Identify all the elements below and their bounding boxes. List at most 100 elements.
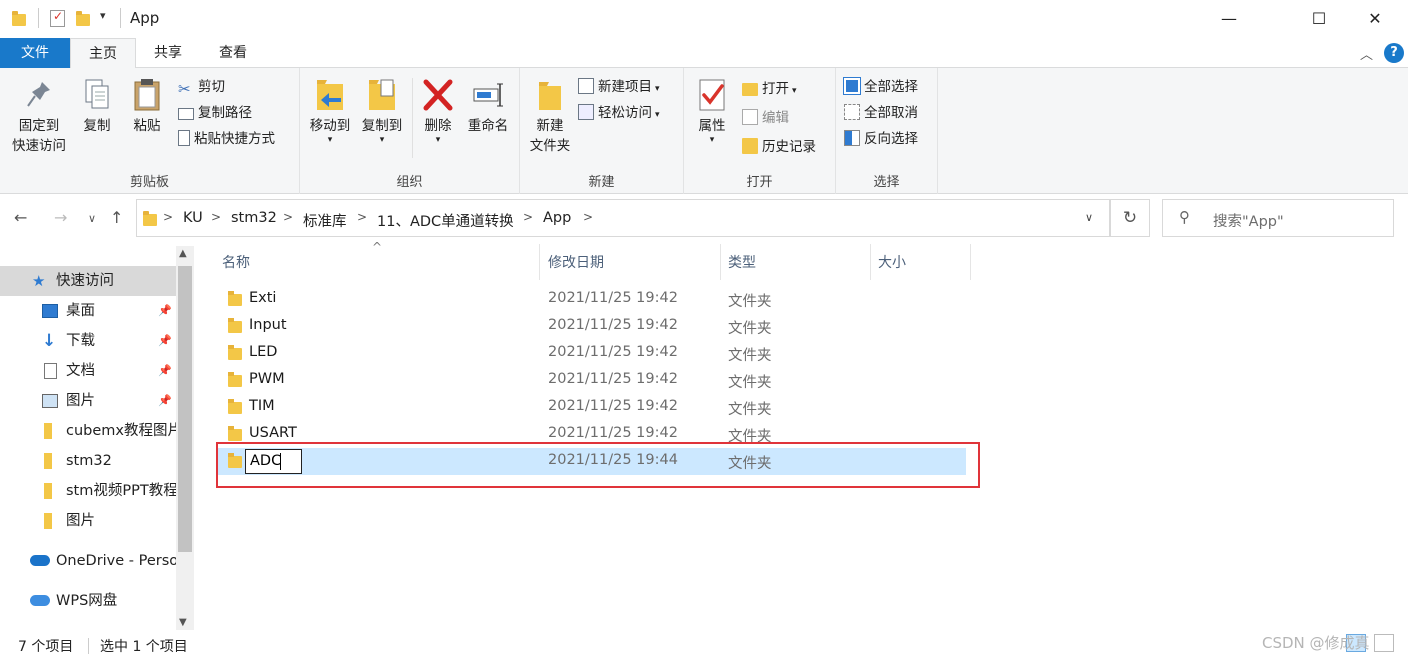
- scroll-up-icon[interactable]: ▲: [179, 248, 187, 259]
- item-count: 7 个项目: [18, 639, 74, 655]
- nav-desktop[interactable]: 桌面 📌: [0, 296, 176, 326]
- scroll-down-icon[interactable]: ▼: [179, 617, 187, 628]
- cloud-icon: [30, 595, 50, 606]
- column-divider[interactable]: [720, 244, 721, 280]
- delete-button[interactable]: 删除 ▾: [416, 76, 460, 145]
- nav-downloads[interactable]: ↓ 下载 📌: [0, 326, 176, 356]
- properties-button[interactable]: 属性 ▾: [690, 76, 734, 145]
- recent-locations-icon[interactable]: ∨: [88, 212, 96, 225]
- select-all-button[interactable]: 全部选择: [843, 76, 918, 98]
- new-item-button[interactable]: 新建项目 ▾: [578, 76, 660, 98]
- tab-view[interactable]: 查看: [200, 38, 266, 68]
- folder-icon: [44, 423, 52, 439]
- properties-icon: [695, 76, 729, 114]
- pin-quick-access-button[interactable]: 固定到 快速访问: [4, 76, 74, 156]
- folder-icon: [228, 318, 242, 333]
- rename-button[interactable]: 重命名: [462, 76, 514, 136]
- table-row[interactable]: LED 2021/11/25 19:42 文件夹: [218, 340, 966, 367]
- folder-icon: [228, 426, 242, 441]
- open-button[interactable]: 打开 ▾: [742, 78, 797, 100]
- search-icon: ⚲: [1179, 208, 1190, 226]
- close-button[interactable]: ✕: [1352, 0, 1398, 38]
- address-dropdown-icon[interactable]: ∨: [1085, 211, 1093, 224]
- file-list: ^ 名称 修改日期 类型 大小 Exti 2021/11/25 19:42 文件…: [214, 240, 1408, 630]
- table-row[interactable]: PWM 2021/11/25 19:42 文件夹: [218, 367, 966, 394]
- breadcrumb-app[interactable]: App: [543, 210, 571, 226]
- breadcrumb-adc-single-channel[interactable]: 11、ADC单通道转换: [377, 210, 514, 231]
- nav-quick-access[interactable]: ★ 快速访问: [0, 266, 176, 296]
- paste-button[interactable]: 粘贴: [124, 76, 170, 136]
- up-arrow-icon[interactable]: ↑: [110, 208, 123, 227]
- breadcrumb-ku[interactable]: KU: [183, 210, 203, 226]
- select-none-button[interactable]: 全部取消: [844, 102, 918, 124]
- cloud-icon: [30, 555, 50, 566]
- move-to-button[interactable]: 移动到 ▾: [304, 76, 356, 145]
- nav-cubemx-tutorial-pics[interactable]: cubemx教程图片: [0, 416, 176, 446]
- pin-label-line1: 固定到: [18, 118, 60, 134]
- select-group: 全部选择 全部取消 反向选择 选择: [836, 68, 938, 194]
- new-folder-button[interactable]: 新建 文件夹: [524, 76, 576, 156]
- open-group: 属性 ▾ 打开 ▾ 编辑 历史记录 打开: [684, 68, 836, 194]
- address-bar[interactable]: > KU > stm32 > 标准库 > 11、ADC单通道转换 > App >…: [136, 199, 1110, 237]
- easy-access-button[interactable]: 轻松访问 ▾: [578, 102, 660, 124]
- table-row[interactable]: Exti 2021/11/25 19:42 文件夹: [218, 286, 966, 313]
- paste-shortcut-button[interactable]: 粘贴快捷方式: [178, 128, 275, 150]
- nav-documents[interactable]: 文档 📌: [0, 356, 176, 386]
- select-none-icon: [844, 104, 860, 120]
- chevron-right-icon[interactable]: >: [163, 210, 173, 224]
- column-divider[interactable]: [539, 244, 540, 280]
- copy-path-icon: [178, 108, 194, 120]
- column-divider[interactable]: [970, 244, 971, 280]
- scrollbar-thumb[interactable]: [178, 266, 192, 552]
- copy-to-button[interactable]: 复制到 ▾: [356, 76, 408, 145]
- status-bar: 7 个项目 选中 1 个项目: [0, 630, 1408, 660]
- column-type[interactable]: 类型: [728, 252, 756, 272]
- customize-quick-access-icon[interactable]: ▾: [100, 9, 106, 22]
- new-folder-icon[interactable]: [76, 11, 90, 26]
- tab-share[interactable]: 共享: [136, 38, 200, 68]
- cut-button[interactable]: ✂ 剪切: [178, 76, 225, 98]
- column-date[interactable]: 修改日期: [548, 252, 604, 272]
- invert-selection-button[interactable]: 反向选择: [844, 128, 918, 150]
- large-icons-view-icon[interactable]: [1374, 634, 1394, 652]
- breadcrumb-stm32[interactable]: stm32: [231, 210, 277, 226]
- table-row[interactable]: TIM 2021/11/25 19:42 文件夹: [218, 394, 966, 421]
- back-arrow-icon[interactable]: ←: [14, 208, 27, 227]
- new-group-label: 新建: [588, 175, 615, 190]
- breadcrumb-standard-lib[interactable]: 标准库: [303, 210, 347, 231]
- nav-pictures[interactable]: 图片 📌: [0, 386, 176, 416]
- tab-file[interactable]: 文件: [0, 38, 70, 68]
- nav-stm32[interactable]: stm32: [0, 446, 176, 476]
- pin-icon: 📌: [158, 364, 172, 377]
- chevron-right-icon[interactable]: >: [583, 210, 593, 224]
- chevron-right-icon[interactable]: >: [283, 210, 293, 224]
- forward-arrow-icon[interactable]: →: [54, 208, 67, 227]
- nav-onedrive[interactable]: OneDrive - Personal: [0, 546, 176, 576]
- pin-icon: 📌: [158, 304, 172, 317]
- search-input[interactable]: ⚲ 搜索"App": [1162, 199, 1394, 237]
- properties-icon[interactable]: ✓: [50, 9, 65, 27]
- chevron-right-icon[interactable]: >: [523, 210, 533, 224]
- properties-label: 属性: [698, 118, 726, 134]
- chevron-right-icon[interactable]: >: [357, 210, 367, 224]
- help-icon[interactable]: ?: [1384, 43, 1404, 63]
- history-button[interactable]: 历史记录: [742, 136, 816, 158]
- column-divider[interactable]: [870, 244, 871, 280]
- refresh-button[interactable]: ↻: [1110, 199, 1150, 237]
- tab-home[interactable]: 主页: [70, 38, 136, 69]
- column-size[interactable]: 大小: [878, 252, 906, 272]
- nav-stm-video-ppt[interactable]: stm视频PPT教程: [0, 476, 176, 506]
- edit-button[interactable]: 编辑: [742, 107, 789, 129]
- table-row[interactable]: Input 2021/11/25 19:42 文件夹: [218, 313, 966, 340]
- copy-button[interactable]: 复制: [76, 76, 118, 136]
- maximize-button[interactable]: ☐: [1296, 0, 1342, 38]
- minimize-button[interactable]: —: [1206, 0, 1252, 38]
- column-name[interactable]: 名称: [222, 252, 250, 272]
- nav-wps-drive[interactable]: WPS网盘: [0, 586, 176, 616]
- collapse-ribbon-icon[interactable]: ︿: [1360, 44, 1373, 63]
- copy-path-button[interactable]: 复制路径: [178, 102, 252, 124]
- folder-icon: [228, 291, 242, 306]
- chevron-right-icon[interactable]: >: [211, 210, 221, 224]
- title-bar: ✓ ▾ App — ☐ ✕: [0, 0, 1408, 38]
- nav-pictures-folder[interactable]: 图片: [0, 506, 176, 536]
